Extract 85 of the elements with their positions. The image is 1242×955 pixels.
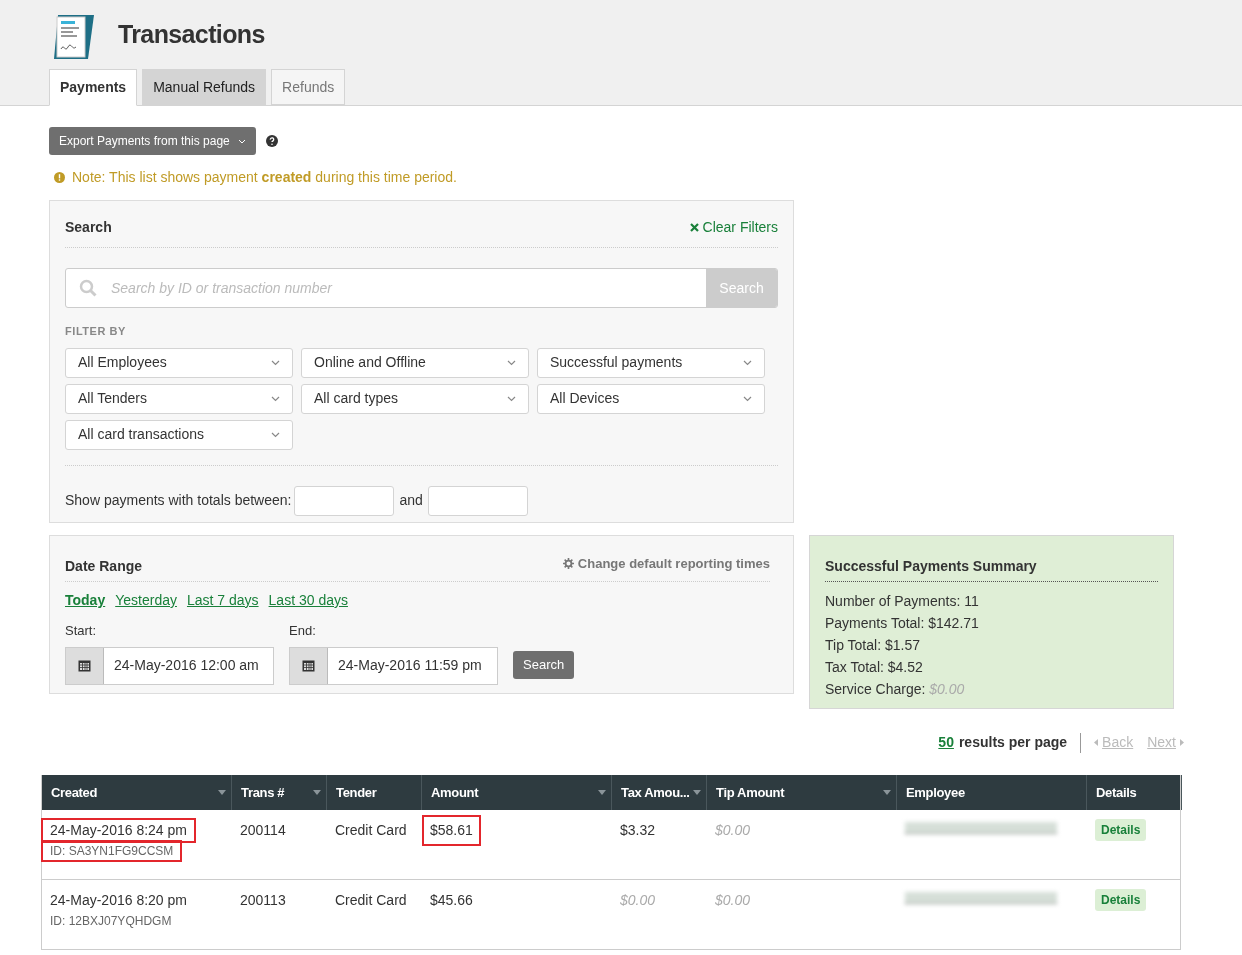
date-preset-link[interactable]: Yesterday <box>115 590 177 611</box>
tax-cell-text: $3.32 <box>619 821 657 840</box>
panel-title: Search <box>65 218 112 237</box>
chevron-down-icon <box>507 359 516 366</box>
chevron-down-icon <box>271 359 280 366</box>
tip-cell-text: $0.00 <box>714 891 752 910</box>
filter-label: FILTER BY <box>65 324 126 339</box>
created-date: 24-May-2016 8:20 pm <box>49 891 188 910</box>
date-preset-link[interactable]: Today <box>65 590 106 611</box>
column-header[interactable]: Created <box>42 775 232 810</box>
date-search-button[interactable]: Search <box>513 650 575 679</box>
filter-dropdown[interactable]: All card transactions <box>65 419 293 450</box>
gear-icon <box>562 558 574 569</box>
tab[interactable]: Refunds <box>271 69 346 105</box>
tab[interactable]: Manual Refunds <box>142 69 267 105</box>
column-header[interactable]: Tax Amou... <box>612 775 707 810</box>
column-header[interactable]: Amount <box>422 775 612 810</box>
date-label: End: <box>289 622 316 640</box>
sort-caret-icon[interactable] <box>218 790 226 795</box>
amount-cell: $58.61 <box>424 817 479 844</box>
page-title: Transactions <box>118 18 265 50</box>
amount-cell-text: $45.66 <box>429 891 474 910</box>
summary-line: Service Charge: $0.00 <box>825 680 965 699</box>
sort-caret-icon[interactable] <box>693 790 701 795</box>
min-total-field[interactable] <box>294 485 395 516</box>
search-icon <box>79 279 97 297</box>
calendar-icon <box>78 659 91 672</box>
filter-dropdown[interactable]: All Employees <box>65 347 293 378</box>
details-button[interactable]: Details <box>1095 819 1147 841</box>
filter-dropdown[interactable]: All Tenders <box>65 383 293 414</box>
filter-dropdown[interactable]: Successful payments <box>537 347 765 378</box>
summary-line: Tip Total: $1.57 <box>825 636 920 655</box>
chevron-down-icon <box>271 431 280 438</box>
per-page-link[interactable]: 50 <box>938 732 954 753</box>
filter-dropdown[interactable]: All Devices <box>537 383 765 414</box>
note-text: Note: This list shows payment created during this time period. <box>72 168 457 187</box>
tender-cell-text: Credit Card <box>334 821 408 840</box>
warning-icon <box>54 172 65 183</box>
chevron-down-icon <box>743 395 752 402</box>
payment-id: ID: 12BXJ07YQHDGM <box>49 913 173 930</box>
sort-caret-icon[interactable] <box>883 790 891 795</box>
summary-line: Number of Payments: 11 <box>825 592 979 611</box>
clear-filters-link[interactable]: Clear Filters <box>689 217 778 238</box>
sort-caret-icon[interactable] <box>313 790 321 795</box>
chevron-down-icon <box>271 395 280 402</box>
max-total-field[interactable] <box>427 485 528 516</box>
tab[interactable]: Payments <box>49 69 138 106</box>
panel-title: Date Range <box>65 557 143 576</box>
export-button[interactable]: Export Payments from this page <box>49 127 256 155</box>
summary-title: Successful Payments Summary <box>825 556 1158 582</box>
created-date: 24-May-2016 8:24 pm <box>43 820 194 841</box>
date-field[interactable]: 24-May-2016 11:59 pm <box>289 646 498 685</box>
summary-line: Payments Total: $142.71 <box>825 614 979 633</box>
column-header[interactable]: Trans # <box>232 775 327 810</box>
summary-line: Tax Total: $4.52 <box>825 658 923 677</box>
caret-right-icon <box>1180 739 1184 746</box>
caret-icon <box>237 138 246 144</box>
sort-caret-icon[interactable] <box>598 790 606 795</box>
close-icon <box>689 223 699 232</box>
calendar-icon <box>302 659 315 672</box>
column-header[interactable]: Employee <box>897 775 1087 810</box>
per-page-label: results per page <box>958 733 1068 752</box>
and-label: and <box>398 491 424 510</box>
totals-label: Show payments with totals between: <box>65 491 292 510</box>
tax-cell-text: $0.00 <box>619 891 657 910</box>
date-label: Start: <box>65 622 97 640</box>
details-button[interactable]: Details <box>1095 889 1147 911</box>
chevron-down-icon <box>507 395 516 402</box>
column-header[interactable]: Details <box>1087 775 1182 810</box>
trans-number: 200114 <box>239 821 287 840</box>
chevron-down-icon <box>743 359 752 366</box>
help-icon[interactable] <box>265 135 278 147</box>
filter-dropdown[interactable]: Online and Offline <box>301 347 529 378</box>
column-header[interactable]: Tip Amount <box>707 775 897 810</box>
date-preset-link[interactable]: Last 30 days <box>268 590 348 611</box>
change-times-link[interactable]: Change default reporting times <box>562 553 770 574</box>
filter-dropdown[interactable]: All card types <box>301 383 529 414</box>
caret-left-icon <box>1094 739 1099 746</box>
date-field[interactable]: 24-May-2016 12:00 am <box>65 646 274 685</box>
trans-number: 200113 <box>239 891 287 910</box>
column-header[interactable]: Tender <box>327 775 422 810</box>
tip-cell-text: $0.00 <box>714 821 752 840</box>
payment-id: ID: SA3YN1FG9CCSM <box>43 842 181 860</box>
tender-cell-text: Credit Card <box>334 891 408 910</box>
date-preset-link[interactable]: Last 7 days <box>186 590 259 611</box>
